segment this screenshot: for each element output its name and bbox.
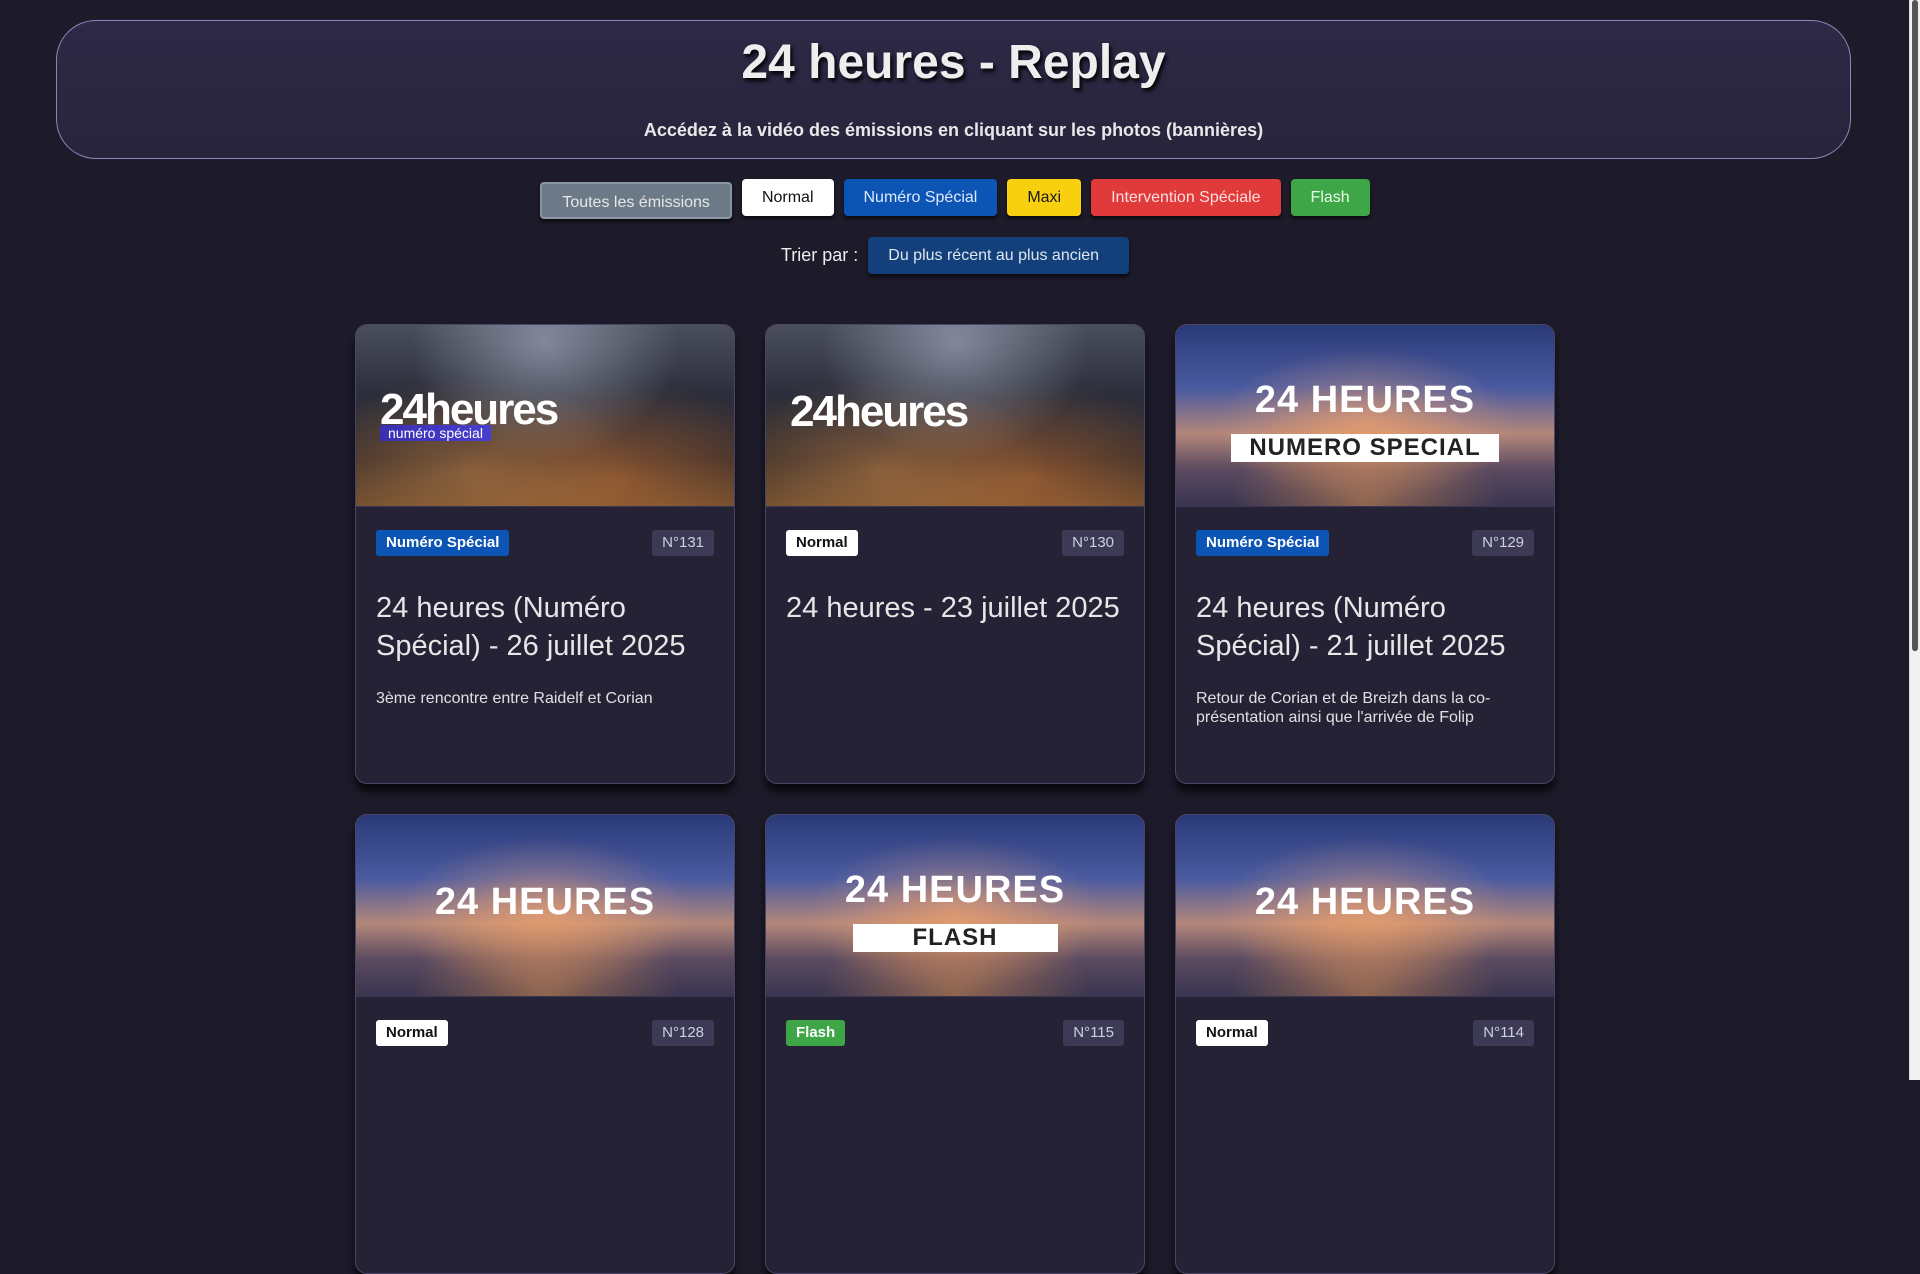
banner-logo-subtitle: NUMERO SPECIAL: [1231, 434, 1499, 462]
category-badge: Normal: [376, 1020, 448, 1046]
category-badge: Normal: [1196, 1020, 1268, 1046]
banner-logo-text: 24 HEURES: [1254, 379, 1476, 421]
episode-number: N°131: [652, 530, 714, 556]
episode-card: 24 HEURES NUMERO SPECIAL Numéro Spécial …: [1175, 324, 1555, 784]
banner-logo-subtitle: FLASH: [852, 924, 1058, 952]
episode-card: 24heures numéro spécial Numéro Spécial N…: [355, 324, 735, 784]
episode-banner[interactable]: 24 HEURES: [356, 815, 734, 997]
episode-banner[interactable]: 24 HEURES FLASH: [766, 815, 1144, 997]
banner-logo: 24 HEURES NUMERO SPECIAL: [1176, 379, 1554, 465]
banner-logo: 24heures: [790, 387, 969, 437]
banner-logo: 24 HEURES: [356, 881, 734, 924]
page-header: 24 heures - Replay Accédez à la vidéo de…: [56, 20, 1851, 159]
episode-title: 24 heures (Numéro Spécial) - 21 juillet …: [1196, 592, 1506, 662]
filter-special-button[interactable]: Numéro Spécial: [843, 179, 998, 216]
episode-description: 3ème rencontre entre Raidelf et Corian: [376, 690, 653, 707]
scrollbar-thumb[interactable]: [1912, 0, 1918, 651]
episode-number: N°115: [1063, 1020, 1124, 1046]
banner-logo: 24 HEURES: [1176, 881, 1554, 924]
category-badge: Normal: [786, 530, 858, 556]
page-scrollbar[interactable]: [1909, 0, 1920, 1080]
category-badge: Flash: [786, 1020, 846, 1046]
sort-select[interactable]: Du plus récent au plus ancien: [868, 237, 1130, 274]
banner-logo-text: 24 HEURES: [844, 869, 1066, 911]
episode-number: N°114: [1473, 1020, 1534, 1046]
episode-banner[interactable]: 24 HEURES: [1176, 815, 1554, 997]
episode-card: 24 HEURES Normal N°128: [355, 814, 735, 1274]
episode-number: N°130: [1062, 530, 1124, 556]
filter-intervention-button[interactable]: Intervention Spéciale: [1091, 179, 1281, 216]
banner-logo-text: 24 HEURES: [1254, 881, 1476, 923]
episode-title: 24 heures (Numéro Spécial) - 26 juillet …: [376, 592, 686, 662]
episode-number: N°128: [652, 1020, 714, 1046]
episode-card: 24 HEURES FLASH Flash N°115: [765, 814, 1145, 1274]
episode-banner[interactable]: 24heures: [766, 325, 1144, 507]
episode-title: 24 heures - 23 juillet 2025: [786, 592, 1120, 624]
banner-logo-text: 24heures: [790, 387, 969, 436]
episode-card: 24heures Normal N°130 24 heures - 23 jui…: [765, 324, 1145, 784]
episode-banner[interactable]: 24heures numéro spécial: [356, 325, 734, 507]
filter-maxi-button[interactable]: Maxi: [1007, 179, 1082, 216]
episode-number: N°129: [1472, 530, 1534, 556]
category-badge: Numéro Spécial: [376, 530, 510, 556]
banner-logo: 24heures numéro spécial: [380, 385, 559, 441]
episode-banner[interactable]: 24 HEURES NUMERO SPECIAL: [1176, 325, 1554, 507]
filter-flash-button[interactable]: Flash: [1290, 179, 1370, 216]
page-title: 24 heures - Replay: [741, 36, 1166, 89]
filter-bar: Toutes les émissions Normal Numéro Spéci…: [0, 179, 1910, 219]
episode-description: Retour de Corian et de Breizh dans la co…: [1196, 690, 1491, 726]
banner-logo-text: 24 HEURES: [434, 881, 656, 923]
banner-logo: 24 HEURES FLASH: [766, 869, 1144, 955]
filter-all-button[interactable]: Toutes les émissions: [540, 182, 732, 219]
sort-label: Trier par :: [780, 245, 859, 265]
page-subtitle: Accédez à la vidéo des émissions en cliq…: [643, 120, 1264, 140]
category-badge: Numéro Spécial: [1196, 530, 1330, 556]
sort-bar: Trier par : Du plus récent au plus ancie…: [0, 237, 1910, 274]
episode-card: 24 HEURES Normal N°114: [1175, 814, 1555, 1274]
filter-normal-button[interactable]: Normal: [741, 179, 834, 216]
banner-logo-subtitle: numéro spécial: [380, 425, 491, 441]
